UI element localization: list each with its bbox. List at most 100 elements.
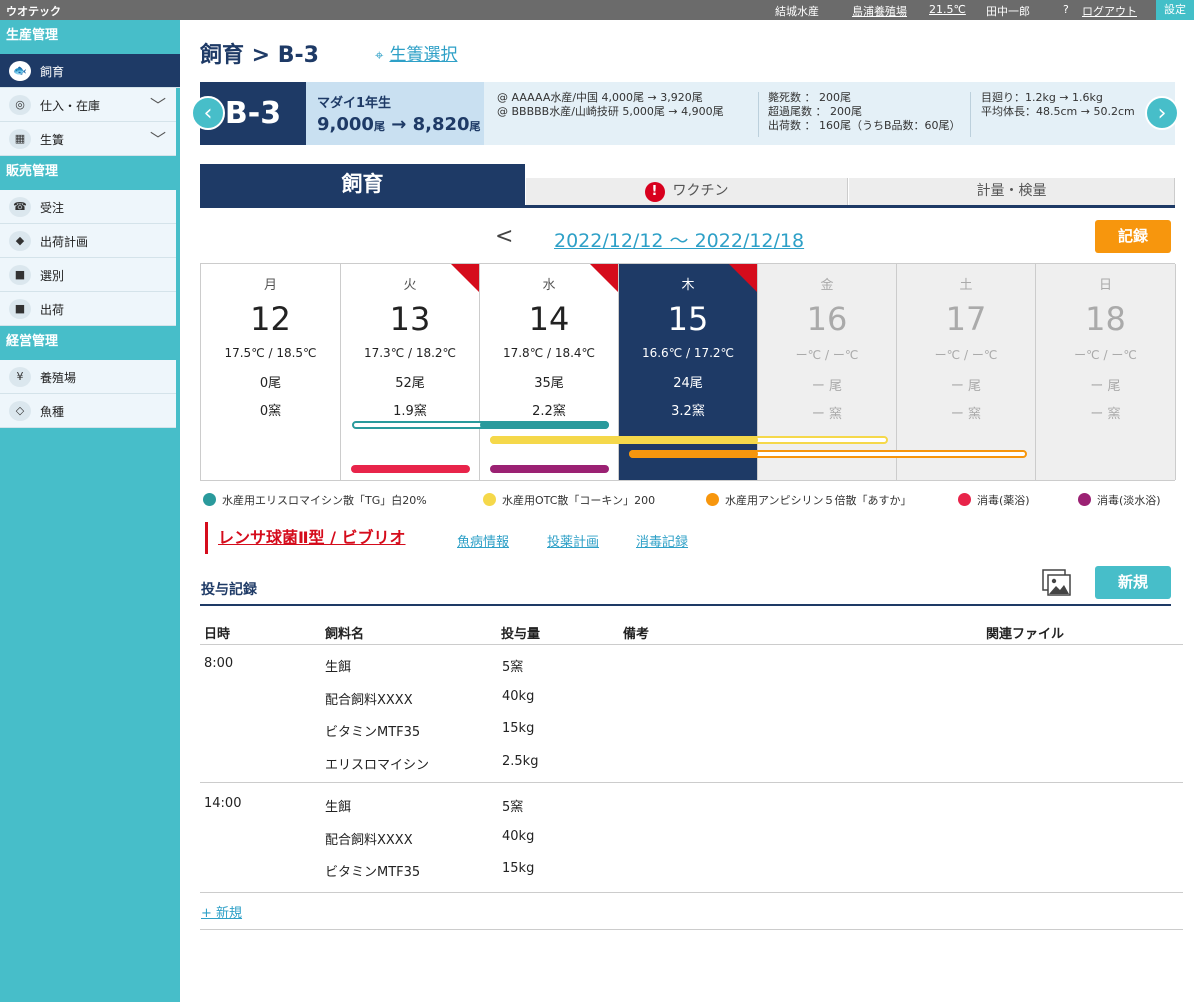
week-calendar: 月 12 17.5℃ / 18.5℃ 0尾 0窯 火 13 17.3℃ / 18.2℃ 52尾… [200, 263, 1176, 481]
add-record-link[interactable]: + 新規 [201, 902, 242, 921]
divider [200, 892, 1183, 893]
brand-logo: ウオテック [6, 5, 61, 18]
legend-item: 消毒(薬浴) [958, 492, 1030, 508]
column-header-time: 日時 [204, 627, 231, 642]
record-amount: 5窯 [502, 800, 524, 815]
legend-item: 水産用エリスロマイシン散「TG」白20% [203, 492, 427, 508]
divider [758, 92, 759, 137]
record-amount: 15kg [502, 721, 535, 736]
sidebar-item-label: 選別 [40, 269, 65, 283]
species-summary: マダイ1年生 9,000尾 → 8,820尾 [306, 82, 484, 145]
map-pin-icon: ⌖ [375, 46, 384, 64]
page-title: 飼育 > B-3 [200, 43, 319, 68]
legend-item: 水産用OTC散「コーキン」200 [483, 492, 655, 508]
divider [200, 929, 1183, 930]
warning-icon: ! [644, 182, 665, 202]
growth-list: 目廻り：1.2kg → 1.6kg 平均体長：48.5cm → 50.2cm [981, 91, 1135, 118]
sidebar-item-orders[interactable]: ☎ 受注 [0, 190, 176, 224]
day-cell-wed[interactable]: 水 14 17.8℃ / 18.4℃ 35尾 2.2窯 [480, 264, 619, 480]
farm-link[interactable]: 島浦養殖場 [852, 3, 907, 19]
column-header-amount: 投与量 [501, 627, 541, 642]
truck-icon: ■ [9, 299, 31, 319]
sidebar-item-shipping-plan[interactable]: ◆ 出荷計画 [0, 224, 176, 258]
records-title: 投与記録 [201, 582, 257, 598]
new-record-button[interactable]: 新規 [1095, 566, 1171, 599]
sidebar-item-label: 出荷計画 [40, 235, 89, 249]
company-name: 結城水産 [775, 5, 819, 18]
record-feed: 配合飼料XXXX [325, 693, 413, 708]
legend-item: 水産用アンピシリン５倍散「あすか」 [706, 492, 912, 508]
sidebar-item-label: 魚種 [40, 405, 65, 419]
sidebar-item-label: 仕入・在庫 [40, 99, 101, 113]
record-feed: ビタミンMTF35 [325, 725, 421, 740]
sidebar-item-shipping[interactable]: ■ 出荷 [0, 292, 176, 326]
fish-count: 9,000尾 → 8,820尾 [317, 114, 481, 135]
truck-icon: ■ [9, 265, 31, 285]
sidebar-item-label: 出荷 [40, 303, 65, 317]
stats-list: 斃死数 ： 200尾 超過尾数 ： 200尾 出荷数 ： 160尾（うちB品数：… [768, 91, 961, 132]
sidebar-item-feeding[interactable]: 🐟 飼育 [0, 54, 180, 88]
sidebar-item-label: 養殖場 [40, 371, 77, 385]
sidebar-item-label: 飼育 [40, 65, 65, 79]
timeline-bar-otc[interactable] [490, 436, 758, 444]
record-amount: 40kg [502, 829, 535, 844]
record-feed: 生餌 [325, 660, 352, 675]
species-name: マダイ1年生 [317, 96, 392, 111]
next-cage-button[interactable]: › [1145, 96, 1179, 130]
day-cell-tue[interactable]: 火 13 17.3℃ / 18.2℃ 52尾 1.9窯 [341, 264, 480, 480]
medicine-legend: 水産用エリスロマイシン散「TG」白20% 水産用OTC散「コーキン」200 水産… [203, 492, 1183, 508]
record-feed: 生餌 [325, 800, 352, 815]
day-cell-mon[interactable]: 月 12 17.5℃ / 18.5℃ 0尾 0窯 [201, 264, 341, 480]
divider [200, 644, 1183, 645]
sidebar-item-purchase-stock[interactable]: ◎ 仕入・在庫 ﹀ [0, 88, 176, 122]
alert-flag-icon [451, 264, 479, 292]
column-header-files: 関連ファイル [986, 627, 1065, 642]
medication-plan-link[interactable]: 投薬計画 [547, 531, 599, 550]
sidebar-section-sales: 販売管理 [6, 164, 59, 179]
day-cell-sun[interactable]: 日 18 ー℃ / ー℃ ー 尾ー 窯 [1036, 264, 1176, 480]
cage-select-link[interactable]: ⌖ 生簀選択 [375, 40, 457, 65]
cage-info-bar: B-3 マダイ1年生 9,000尾 → 8,820尾 @ AAAAA水産/中国 … [200, 82, 1175, 145]
timeline-bar-erythromycin[interactable] [480, 421, 609, 429]
bag-icon: ◎ [9, 95, 31, 115]
day-cell-thu[interactable]: 木 15 16.6℃ / 17.2℃ 24尾 3.2窯 [619, 264, 758, 480]
sidebar-item-farm[interactable]: ¥ 養殖場 [0, 360, 176, 394]
tab-bar: 飼育 ! ワクチン 計量・検量 [200, 164, 1175, 208]
top-bar: ウオテック 結城水産 島浦養殖場 21.5℃ 田中一郎 ? ログアウト 設定 [0, 0, 1194, 20]
disease-info-link[interactable]: 魚病情報 [457, 531, 509, 550]
timeline-bar-disinfect-medicated[interactable] [351, 465, 470, 473]
sidebar-item-sorting[interactable]: ■ 選別 [0, 258, 176, 292]
logout-link[interactable]: ログアウト [1082, 3, 1137, 19]
temperature-link[interactable]: 21.5℃ [929, 3, 966, 16]
phone-icon: ☎ [9, 197, 31, 217]
record-feed: ビタミンMTF35 [325, 865, 421, 880]
sidebar-item-cage[interactable]: ▦ 生簀 ﹀ [0, 122, 176, 156]
record-button[interactable]: 記録 [1095, 220, 1171, 253]
timeline-bar-disinfect-freshwater[interactable] [490, 465, 609, 473]
divider [200, 782, 1183, 783]
tab-feeding[interactable]: 飼育 [200, 164, 525, 205]
user-name: 田中一郎 [986, 5, 1030, 18]
week-range-link[interactable]: 2022/12/12 ～ 2022/12/18 [554, 226, 804, 253]
sidebar-section-production: 生産管理 [6, 28, 59, 43]
timeline-bar-ampicillin[interactable] [629, 450, 758, 458]
prev-cage-button[interactable]: ‹ [191, 96, 225, 130]
records-title-underline [200, 604, 1171, 606]
fish-outline-icon: ◇ [9, 401, 31, 421]
help-icon[interactable]: ? [1063, 3, 1069, 16]
sidebar-item-label: 生簀 [40, 133, 65, 147]
disinfection-record-link[interactable]: 消毒記録 [636, 531, 688, 550]
gallery-icon[interactable] [1042, 569, 1072, 597]
record-feed: エリスロマイシン [325, 758, 430, 773]
tab-vaccine[interactable]: ! ワクチン [526, 178, 848, 205]
record-amount: 5窯 [502, 660, 524, 675]
chevron-down-icon: ﹀ [149, 96, 166, 115]
tab-weighing[interactable]: 計量・検量 [849, 178, 1175, 205]
sidebar: 生産管理 🐟 飼育 ◎ 仕入・在庫 ﹀ ▦ 生簀 ﹀ 販売管理 ☎ 受注 ◆ 出… [0, 20, 180, 1002]
day-cell-sat[interactable]: 土 17 ー℃ / ー℃ ー 尾ー 窯 [897, 264, 1036, 480]
disease-link[interactable]: レンサ球菌Ⅱ型 / ビブリオ [205, 522, 406, 554]
sidebar-item-species[interactable]: ◇ 魚種 [0, 394, 176, 428]
day-cell-fri[interactable]: 金 16 ー℃ / ー℃ ー 尾ー 窯 [758, 264, 897, 480]
prev-week-button[interactable]: < [495, 224, 513, 249]
settings-button[interactable]: 設定 [1156, 0, 1194, 20]
